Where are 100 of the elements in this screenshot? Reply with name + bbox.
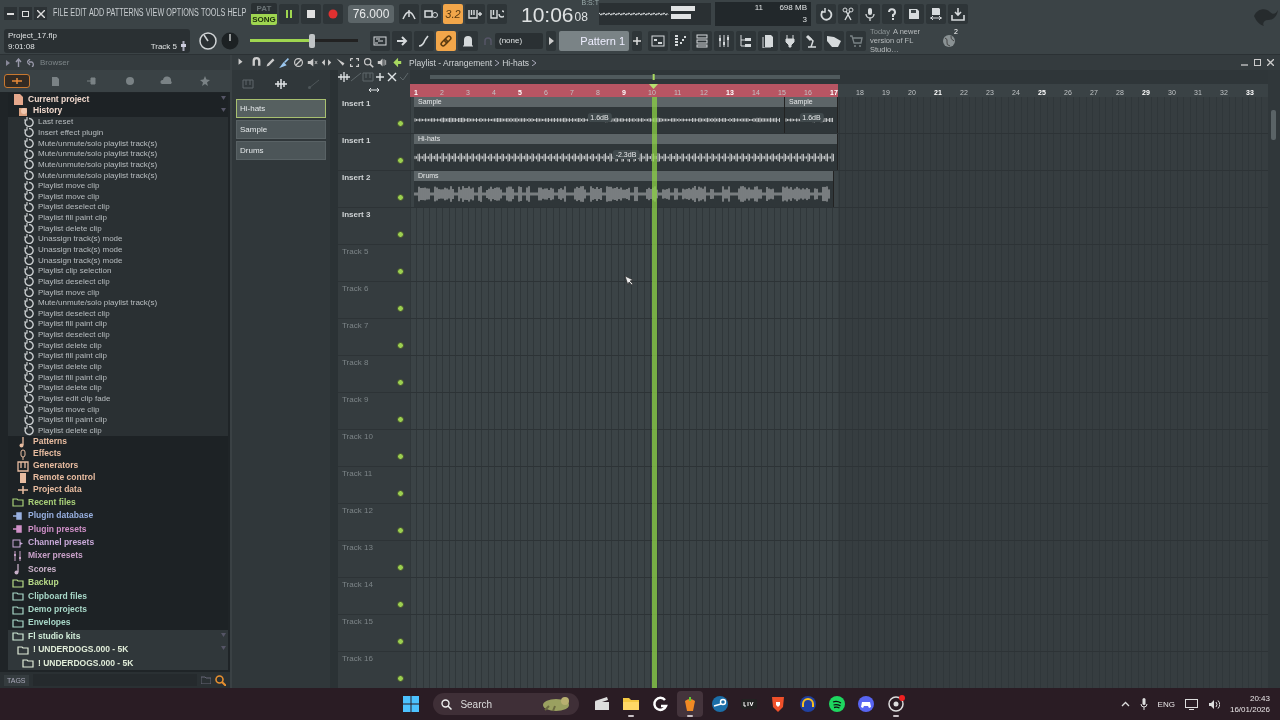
menu-item[interactable]: VIEW (145, 6, 167, 18)
tree-item[interactable]: Unassign track(s) mode (38, 255, 123, 265)
tree-row[interactable]: Playlist edit clip fade (8, 393, 228, 404)
tree-item[interactable]: ! UNDERDOGS.000 - 5K (33, 645, 129, 655)
clip-source[interactable]: Sample (236, 120, 326, 139)
tree-row[interactable]: Mute/unmute/solo playlist track(s) (8, 148, 228, 160)
tree-item[interactable]: Playlist delete clip (38, 362, 102, 372)
tree-row[interactable]: Playlist delete clip (8, 361, 228, 372)
tree-item[interactable]: Playlist delete clip (38, 425, 102, 435)
tree-row[interactable]: Unassign track(s) mode (8, 254, 228, 266)
tree-item[interactable]: Scores (28, 564, 57, 574)
tree-item[interactable]: Playlist move clip (38, 287, 100, 297)
menu-item[interactable]: EDIT (70, 6, 89, 18)
tree-item[interactable]: Mute/unmute/solo playlist track(s) (38, 298, 158, 308)
mode-toggle[interactable]: SONG (251, 13, 277, 25)
tree-item[interactable]: Project data (33, 485, 82, 495)
tree-item[interactable]: Playlist delete clip (38, 383, 102, 393)
tree-item[interactable]: Mute/unmute/solo playlist track(s) (38, 138, 158, 148)
tree-item[interactable]: Recent files (28, 497, 76, 507)
clip-source[interactable]: Drums (236, 141, 326, 160)
clock[interactable]: 20:43 16/01/2026 (1229, 693, 1270, 715)
tree-item[interactable]: ! UNDERDOGS.000 - 5K (38, 658, 134, 668)
tree-row[interactable]: Playlist fill paint clip (8, 212, 228, 223)
track-name[interactable]: Insert 1 (342, 99, 371, 108)
tree-item[interactable]: Mute/unmute/solo playlist track(s) (38, 159, 158, 169)
tree-item[interactable]: Playlist move clip (38, 181, 100, 191)
tree-row[interactable]: ! UNDERDOGS.000 - 5K (8, 643, 228, 657)
tree-item[interactable]: Playlist deselect clip (38, 330, 110, 340)
tree-item[interactable]: Playlist deselect clip (38, 202, 110, 212)
tree-row[interactable]: Playlist deselect clip (8, 308, 228, 319)
tree-row[interactable]: Playlist delete clip (8, 425, 228, 436)
menu-item[interactable]: FILE (53, 6, 71, 18)
menu-item[interactable]: HELP (227, 6, 249, 18)
tree-item[interactable]: Playlist move clip (38, 404, 100, 414)
tree-row[interactable]: Playlist delete clip (8, 382, 228, 394)
search-field[interactable]: Search (433, 693, 580, 715)
current-pattern[interactable]: Hi-hats (502, 57, 530, 68)
tree-row[interactable]: ! UNDERDOGS.000 - 5K (8, 656, 228, 670)
tree-item[interactable]: Playlist move clip (38, 191, 100, 201)
tree-row[interactable]: Playlist deselect clip (8, 329, 228, 340)
menu-item[interactable]: OPTIONS (166, 6, 201, 18)
tree-item[interactable]: Insert effect plugin (38, 127, 104, 137)
tree-item[interactable]: Current project (28, 94, 90, 104)
tree-item[interactable]: Playlist fill paint clip (38, 415, 107, 425)
tree-row[interactable]: Last reset (8, 116, 228, 128)
tree-row[interactable]: Mute/unmute/solo playlist track(s) (8, 159, 228, 170)
tree-row[interactable]: Unassign track(s) mode (8, 233, 228, 245)
tree-item[interactable]: Demo projects (28, 605, 88, 615)
track-name[interactable]: Insert 2 (342, 173, 371, 182)
tree-row[interactable]: Playlist move clip (8, 286, 228, 298)
language-indicator[interactable]: ENG (1157, 699, 1175, 709)
tree-row[interactable]: Playlist fill paint clip (8, 350, 228, 362)
tree-row[interactable]: Playlist deselect clip (8, 201, 228, 213)
tree-item[interactable]: Mute/unmute/solo playlist track(s) (38, 149, 158, 159)
tree-item[interactable]: Unassign track(s) mode (38, 245, 123, 254)
tree-item[interactable]: Playlist deselect clip (38, 308, 110, 318)
pattern-selector[interactable]: Pattern 1 (559, 30, 629, 51)
tree-row[interactable]: Playlist clip selection (8, 265, 228, 277)
tree-row[interactable]: Playlist fill paint clip (8, 371, 228, 383)
tree-item[interactable]: Playlist fill paint clip (38, 213, 107, 223)
tree-item[interactable]: Playlist fill paint clip (38, 372, 107, 382)
tree-row[interactable]: Mute/unmute/solo playlist track(s) (8, 297, 228, 309)
tree-item[interactable]: Playlist edit clip fade (38, 393, 111, 403)
channel-selector[interactable]: (none) (495, 32, 543, 49)
menu-item[interactable]: TOOLS (200, 6, 228, 18)
tree-row[interactable]: Insert effect plugin (8, 127, 228, 138)
tree-item[interactable]: Mixer presets (28, 551, 83, 561)
tree-item[interactable]: Playlist deselect clip (38, 276, 110, 286)
tree-item[interactable]: Generators (33, 461, 79, 471)
tree-item[interactable]: Playlist fill paint clip (38, 319, 107, 329)
tree-row[interactable]: Mute/unmute/solo playlist track(s) (8, 169, 228, 181)
tree-item[interactable]: Patterns (33, 437, 67, 447)
tree-item[interactable]: Playlist fill paint clip (38, 351, 107, 361)
toolbar-button[interactable]: 3.2 (443, 3, 463, 24)
track-name[interactable]: Insert 1 (342, 136, 371, 145)
tree-row[interactable]: Playlist move clip (8, 180, 228, 191)
tree-row[interactable]: Playlist delete clip (8, 339, 228, 351)
tree-item[interactable]: Playlist delete clip (38, 340, 102, 350)
tree-item[interactable]: Fl studio kits (28, 631, 81, 641)
tree-row[interactable]: Playlist move clip (8, 191, 228, 202)
tree-item[interactable]: Playlist delete clip (38, 223, 102, 233)
tree-item[interactable]: History (33, 106, 63, 116)
mode-switch[interactable]: PAT SONG (251, 2, 277, 25)
track-name[interactable]: Insert 3 (342, 210, 371, 219)
tree-row[interactable]: Playlist fill paint clip (8, 414, 228, 426)
tree-row[interactable]: Playlist fill paint clip (8, 318, 228, 330)
tree-item[interactable]: Channel presets (28, 538, 95, 548)
tree-item[interactable]: Unassign track(s) mode (38, 234, 123, 244)
tree-item[interactable]: Remote control (33, 473, 96, 483)
tree-row[interactable]: Playlist delete clip (8, 222, 228, 234)
clip-source[interactable]: Hi-hats (236, 99, 326, 118)
menu-item[interactable]: ADD (88, 6, 107, 18)
tree-item[interactable]: Envelopes (28, 618, 71, 628)
tempo-display[interactable]: 76.000 (348, 4, 394, 23)
tree-item[interactable]: Mute/unmute/solo playlist track(s) (38, 170, 158, 180)
tree-item[interactable]: Playlist clip selection (38, 266, 112, 276)
tree-item[interactable]: Backup (28, 578, 59, 588)
tree-item[interactable]: Plugin database (28, 511, 94, 521)
tree-item[interactable]: Effects (33, 449, 62, 459)
tree-row[interactable]: Playlist move clip (8, 403, 228, 415)
